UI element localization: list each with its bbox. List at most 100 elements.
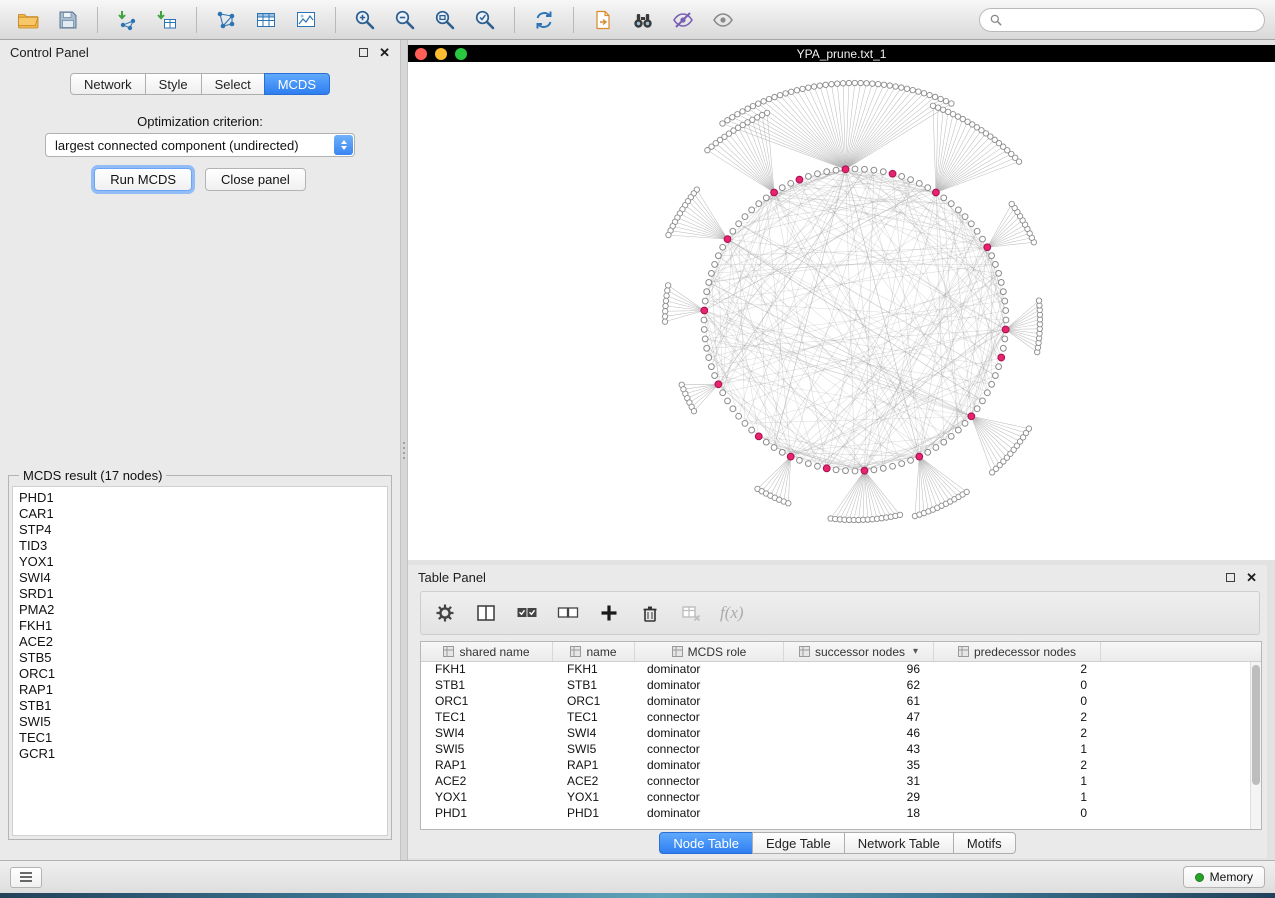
run-mcds-button[interactable]: Run MCDS xyxy=(94,168,192,191)
mcds-result-list[interactable]: PHD1CAR1STP4TID3YOX1SWI4SRD1PMA2FKH1ACE2… xyxy=(12,486,388,836)
import-table-button[interactable] xyxy=(149,5,185,35)
table-row[interactable]: TEC1TEC1connector472 xyxy=(421,710,1261,726)
column-header-predecessor-nodes[interactable]: predecessor nodes xyxy=(934,642,1101,661)
mcds-result-item[interactable]: PHD1 xyxy=(19,490,387,506)
tab-edge-table[interactable]: Edge Table xyxy=(752,832,845,854)
mcds-result-item[interactable]: SWI4 xyxy=(19,570,387,586)
column-header-shared-name[interactable]: shared name xyxy=(421,642,553,661)
save-session-button[interactable] xyxy=(50,5,86,35)
table-cell: 2 xyxy=(934,710,1101,726)
table-row[interactable]: SWI5SWI5connector431 xyxy=(421,742,1261,758)
panel-menu-button[interactable] xyxy=(10,867,42,888)
search-icon xyxy=(989,13,1003,27)
table-cell: connector xyxy=(635,742,784,758)
close-panel-icon[interactable]: ✕ xyxy=(1246,571,1257,584)
memory-button[interactable]: Memory xyxy=(1183,866,1265,888)
table-cell: FKH1 xyxy=(421,662,553,678)
tab-select[interactable]: Select xyxy=(201,73,265,95)
network-graph xyxy=(408,62,1275,560)
search-box[interactable] xyxy=(979,8,1265,32)
mcds-result-item[interactable]: SWI5 xyxy=(19,714,387,730)
control-panel-tabs: Network Style Select MCDS xyxy=(0,73,400,95)
column-header-successor-nodes[interactable]: successor nodes ▾ xyxy=(784,642,934,661)
mcds-result-item[interactable]: GCR1 xyxy=(19,746,387,762)
show-graphics-button[interactable] xyxy=(705,5,741,35)
column-header-mcds-role[interactable]: MCDS role xyxy=(635,642,784,661)
mcds-result-item[interactable]: SRD1 xyxy=(19,586,387,602)
float-panel-icon[interactable] xyxy=(1226,573,1235,582)
table-row[interactable]: PHD1PHD1dominator180 xyxy=(421,806,1261,822)
select-all-rows-button[interactable] xyxy=(515,601,539,625)
tab-motifs[interactable]: Motifs xyxy=(953,832,1016,854)
hide-graphics-button[interactable] xyxy=(665,5,701,35)
tab-style[interactable]: Style xyxy=(145,73,202,95)
table-cell: 1 xyxy=(934,742,1101,758)
table-settings-button[interactable] xyxy=(433,601,457,625)
table-row[interactable]: YOX1YOX1connector291 xyxy=(421,790,1261,806)
import-network-button[interactable] xyxy=(109,5,145,35)
table-tabs: Node Table Edge Table Network Table Moti… xyxy=(408,832,1267,854)
table-cell: dominator xyxy=(635,726,784,742)
chevron-down-icon[interactable]: ▾ xyxy=(913,646,918,657)
table-cell: 1 xyxy=(934,774,1101,790)
tab-node-table[interactable]: Node Table xyxy=(659,832,753,854)
table-row[interactable]: FKH1FKH1dominator962 xyxy=(421,662,1261,678)
export-image-button[interactable] xyxy=(288,5,324,35)
mcds-result-item[interactable]: ACE2 xyxy=(19,634,387,650)
apply-layout-button[interactable] xyxy=(526,5,562,35)
table-row[interactable]: STB1STB1dominator620 xyxy=(421,678,1261,694)
mcds-result-item[interactable]: PMA2 xyxy=(19,602,387,618)
mcds-result-item[interactable]: STB5 xyxy=(19,650,387,666)
float-panel-icon[interactable] xyxy=(359,48,368,57)
open-session-button[interactable] xyxy=(10,5,46,35)
close-panel-button[interactable]: Close panel xyxy=(205,168,306,191)
document-share-icon xyxy=(591,8,615,32)
table-cell: dominator xyxy=(635,758,784,774)
mcds-result-item[interactable]: FKH1 xyxy=(19,618,387,634)
table-cell: YOX1 xyxy=(553,790,635,806)
mcds-result-item[interactable]: RAP1 xyxy=(19,682,387,698)
optimization-criterion-select[interactable]: largest connected component (undirected) xyxy=(45,133,355,157)
table-row[interactable]: RAP1RAP1dominator352 xyxy=(421,758,1261,774)
search-input[interactable] xyxy=(1009,12,1255,27)
zoom-in-button[interactable] xyxy=(347,5,383,35)
table-scrollbar[interactable] xyxy=(1250,662,1261,829)
table-cell: connector xyxy=(635,710,784,726)
table-row[interactable]: SWI4SWI4dominator462 xyxy=(421,726,1261,742)
add-column-button[interactable] xyxy=(597,601,621,625)
toolbar-separator xyxy=(196,7,197,33)
close-panel-icon[interactable]: ✕ xyxy=(379,46,390,59)
tab-network-table[interactable]: Network Table xyxy=(844,832,954,854)
select-all-icon xyxy=(516,602,538,624)
trash-icon xyxy=(639,602,661,624)
choose-columns-button[interactable] xyxy=(474,601,498,625)
zoom-out-button[interactable] xyxy=(387,5,423,35)
mcds-result-item[interactable]: YOX1 xyxy=(19,554,387,570)
tab-network[interactable]: Network xyxy=(70,73,146,95)
table-toolbar: f(x) xyxy=(420,591,1260,635)
network-canvas[interactable] xyxy=(408,62,1275,560)
column-header-name[interactable]: name xyxy=(553,642,635,661)
status-bar: Memory xyxy=(0,860,1275,893)
tab-mcds[interactable]: MCDS xyxy=(264,73,330,95)
import-table-icon xyxy=(155,8,179,32)
table-row[interactable]: ACE2ACE2connector311 xyxy=(421,774,1261,790)
mcds-result-item[interactable]: TEC1 xyxy=(19,730,387,746)
mcds-result-item[interactable]: TID3 xyxy=(19,538,387,554)
deselect-all-rows-button[interactable] xyxy=(556,601,580,625)
panel-splitter[interactable] xyxy=(400,40,408,860)
find-button[interactable] xyxy=(625,5,661,35)
table-row[interactable]: ORC1ORC1dominator610 xyxy=(421,694,1261,710)
clone-network-button[interactable] xyxy=(585,5,621,35)
combo-stepper-icon[interactable] xyxy=(334,135,353,155)
scrollbar-thumb[interactable] xyxy=(1252,665,1260,785)
zoom-selected-button[interactable] xyxy=(467,5,503,35)
new-network-button[interactable] xyxy=(208,5,244,35)
delete-column-button[interactable] xyxy=(638,601,662,625)
mcds-result-item[interactable]: STP4 xyxy=(19,522,387,538)
mcds-result-item[interactable]: ORC1 xyxy=(19,666,387,682)
mcds-result-item[interactable]: STB1 xyxy=(19,698,387,714)
new-table-button[interactable] xyxy=(248,5,284,35)
zoom-fit-button[interactable] xyxy=(427,5,463,35)
mcds-result-item[interactable]: CAR1 xyxy=(19,506,387,522)
